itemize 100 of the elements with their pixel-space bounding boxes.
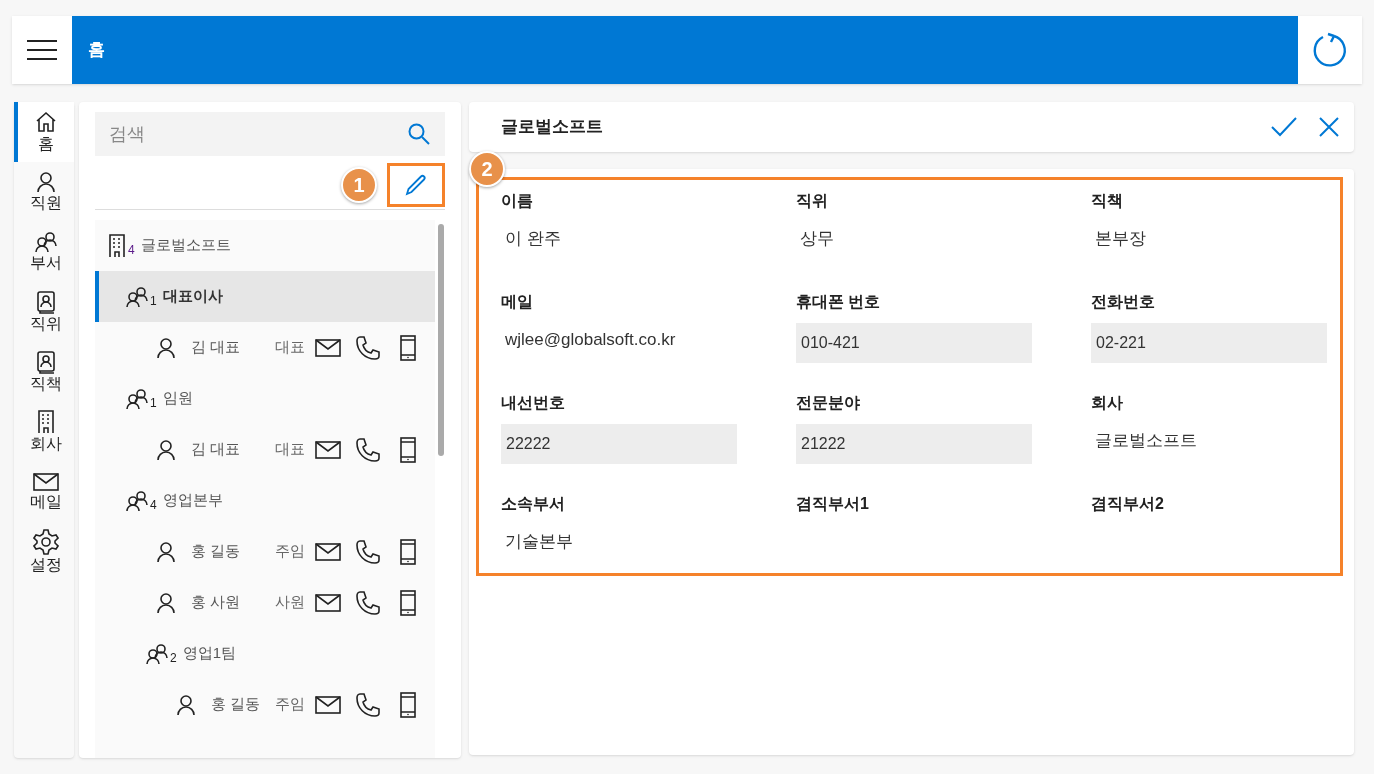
menu-button[interactable] (12, 16, 72, 84)
search-field[interactable]: 검색 (95, 112, 445, 156)
job-title: 대표 (275, 439, 305, 460)
nav-item[interactable]: 직위 (14, 282, 74, 342)
settings-icon (33, 529, 59, 555)
field-label: 내선번호 (501, 393, 566, 413)
tree-row[interactable]: 김 대표 대표 (95, 322, 435, 373)
menu-icon (26, 39, 58, 61)
scrollbar[interactable] (438, 224, 444, 456)
input-field[interactable]: 010-421 (796, 323, 1032, 363)
member-count: 1 (150, 395, 157, 412)
tree-row[interactable]: 2 영업1팀 (95, 628, 435, 679)
check-icon (1270, 115, 1298, 139)
mail-icon[interactable] (315, 439, 341, 460)
input-field[interactable]: 21222 (796, 424, 1032, 464)
field-value: 이 완주 (505, 228, 561, 250)
tree-label: 임원 (162, 388, 193, 409)
tree-label: 홍 사원 (191, 592, 241, 613)
tree-row[interactable]: 홍 길동 주임 (95, 679, 435, 730)
tree-row[interactable]: 4 영업본부 (95, 475, 435, 526)
close-button[interactable] (1318, 115, 1340, 139)
person-icon (155, 336, 177, 359)
tree-label: 글로벌소프트 (140, 235, 231, 256)
field-label: 직위 (796, 191, 829, 211)
people-icon (34, 231, 58, 253)
field-value: 기술본부 (505, 531, 573, 553)
nav-item[interactable]: 부서 (14, 222, 74, 282)
field-label: 직책 (1091, 191, 1124, 211)
job-title: 주임 (275, 541, 305, 562)
tree-label: 홍 길동 (191, 541, 241, 562)
tree-label: 김 대표 (191, 337, 241, 358)
home-icon (34, 110, 58, 134)
phone-icon[interactable] (355, 436, 381, 463)
person-icon (35, 171, 57, 193)
nav-item[interactable]: 메일 (14, 462, 74, 522)
tree-row[interactable]: 1 임원 (95, 373, 435, 424)
tree-label: 홍 길동 (211, 694, 261, 715)
tree-label: 영업1팀 (182, 643, 237, 664)
field-value: 글로벌소프트 (1095, 430, 1197, 452)
field-label: 메일 (501, 292, 534, 312)
person-icon (175, 693, 197, 716)
close-icon (1318, 116, 1340, 138)
member-count: 2 (170, 650, 177, 667)
person-icon (155, 540, 177, 563)
callout-badge: 1 (341, 166, 377, 203)
id-badge-icon (35, 350, 57, 374)
people-icon (145, 642, 169, 665)
field-label: 소속부서 (501, 494, 566, 514)
mail-icon[interactable] (315, 694, 341, 715)
input-field[interactable]: 22222 (501, 424, 737, 464)
phone-icon[interactable] (355, 538, 381, 565)
mail-icon[interactable] (315, 541, 341, 562)
tree-label: 대표이사 (162, 286, 223, 307)
field-label: 전화번호 (1091, 292, 1156, 312)
page-title: 홈 (88, 39, 105, 62)
phone-icon[interactable] (355, 691, 381, 718)
tree-row[interactable]: 홍 길동 주임 (95, 526, 435, 577)
id-badge-icon (35, 290, 57, 314)
person-icon (155, 438, 177, 461)
field-value: wjlee@globalsoft.co.kr (505, 329, 676, 351)
callout-badge: 2 (469, 151, 505, 187)
field-label: 휴대폰 번호 (796, 292, 882, 312)
tree-row[interactable]: 홍 사원 사원 (95, 577, 435, 628)
nav-item[interactable]: 홈 (14, 102, 74, 162)
mail-icon[interactable] (315, 592, 341, 613)
tree-row[interactable]: 1 대표이사 (95, 271, 435, 322)
member-count: 4 (150, 497, 157, 514)
people-icon (125, 387, 149, 410)
field-label: 겸직부서2 (1091, 494, 1165, 514)
person-icon (155, 591, 177, 614)
people-icon (125, 489, 149, 512)
member-count: 1 (150, 293, 157, 310)
mail-icon (33, 472, 59, 492)
tree-row[interactable]: 4 글로벌소프트 (95, 220, 435, 271)
tree-label: 영업본부 (162, 490, 223, 511)
field-value: 상무 (800, 228, 834, 250)
confirm-button[interactable] (1270, 115, 1298, 139)
search-icon[interactable] (407, 122, 431, 146)
building-icon (36, 410, 56, 434)
field-label: 전문분야 (796, 393, 861, 413)
phone-icon[interactable] (355, 334, 381, 361)
nav-item[interactable]: 회사 (14, 402, 74, 462)
member-count: 4 (128, 242, 135, 259)
input-field[interactable]: 02-221 (1091, 323, 1327, 363)
edit-button[interactable] (387, 162, 445, 207)
tree-row[interactable]: 김 대표 대표 (95, 424, 435, 475)
nav-item[interactable]: 설정 (14, 522, 74, 582)
field-value: 본부장 (1095, 228, 1146, 250)
field-label: 회사 (1091, 393, 1124, 413)
refresh-icon (1312, 32, 1348, 68)
tree-label: 김 대표 (191, 439, 241, 460)
building-icon (107, 233, 127, 258)
mail-icon[interactable] (315, 337, 341, 358)
nav-item[interactable]: 직책 (14, 342, 74, 402)
nav-item[interactable]: 직원 (14, 162, 74, 222)
refresh-button[interactable] (1298, 16, 1362, 84)
detail-title: 글로벌소프트 (501, 116, 603, 139)
phone-icon[interactable] (355, 589, 381, 616)
job-title: 대표 (275, 337, 305, 358)
people-icon (125, 285, 149, 308)
